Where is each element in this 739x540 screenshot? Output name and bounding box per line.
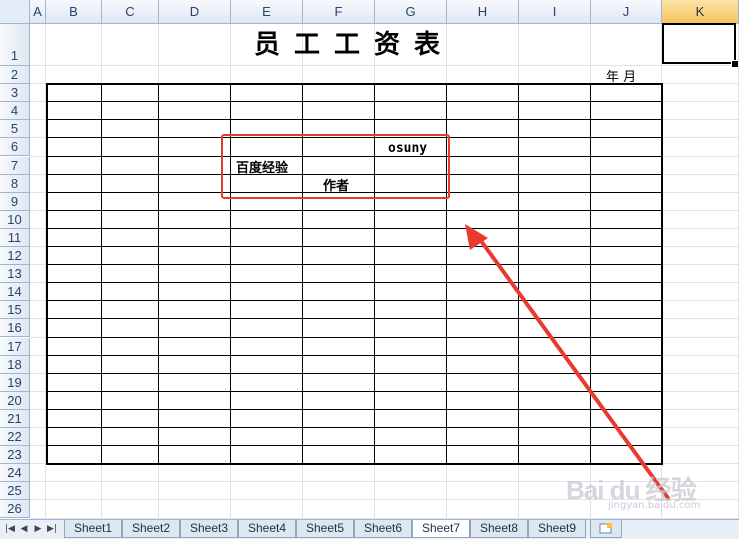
table-border-horizontal (46, 318, 663, 320)
row-header-15[interactable]: 15 (0, 301, 30, 320)
row-header-8[interactable]: 8 (0, 174, 30, 193)
spreadsheet-grid: ABCDEFGHIJK 1 2 3 4 5 6 7 8 9 10 11 12 13 14 15 16 17 18 1… (0, 0, 739, 519)
row-header-22[interactable]: 22 (0, 428, 30, 447)
table-border-horizontal (46, 408, 663, 410)
row-header-6[interactable]: 6 (0, 138, 30, 157)
row-header-4[interactable]: 4 (0, 102, 30, 121)
row-header-21[interactable]: 21 (0, 409, 30, 428)
column-header-f[interactable]: F (303, 0, 375, 24)
row-header-3[interactable]: 3 (0, 84, 30, 103)
row-header-10[interactable]: 10 (0, 210, 30, 229)
column-header-d[interactable]: D (159, 0, 231, 24)
row-header-18[interactable]: 18 (0, 355, 30, 374)
table-border-vertical (518, 83, 519, 465)
table-border-horizontal (46, 264, 663, 266)
first-sheet-icon[interactable]: |◀ (4, 522, 16, 537)
table-border-vertical (46, 83, 48, 465)
row-header-25[interactable]: 25 (0, 482, 30, 501)
row-header-14[interactable]: 14 (0, 283, 30, 302)
fill-handle[interactable] (731, 60, 739, 68)
row-header-19[interactable]: 19 (0, 373, 30, 392)
row-header-2[interactable]: 2 (0, 66, 30, 85)
column-header-k[interactable]: K (662, 0, 739, 24)
column-header-b[interactable]: B (46, 0, 102, 24)
table-border-horizontal (46, 300, 663, 302)
row-header-20[interactable]: 20 (0, 391, 30, 410)
prev-sheet-icon[interactable]: ◀ (18, 522, 30, 537)
table-border-horizontal (46, 390, 663, 392)
table-border-horizontal (46, 463, 663, 466)
row-header-16[interactable]: 16 (0, 319, 30, 338)
table-border-horizontal (46, 445, 663, 447)
sheet-tab-sheet9[interactable]: Sheet9 (528, 520, 586, 538)
row-header-26[interactable]: 26 (0, 500, 30, 519)
table-border-vertical (590, 83, 591, 465)
table-border-vertical (661, 83, 663, 465)
row-header-12[interactable]: 12 (0, 247, 30, 266)
select-all-corner[interactable] (0, 0, 30, 24)
column-header-j[interactable]: J (591, 0, 662, 24)
table-border-horizontal (46, 101, 663, 103)
row-header-5[interactable]: 5 (0, 120, 30, 139)
table-border-horizontal (46, 119, 663, 121)
column-header-c[interactable]: C (102, 0, 159, 24)
highlight-box (221, 134, 450, 199)
table-border-vertical (101, 83, 102, 465)
column-header-g[interactable]: G (375, 0, 447, 24)
sheet-tab-sheet2[interactable]: Sheet2 (122, 520, 180, 538)
table-border-horizontal (46, 83, 663, 86)
sheet-tab-sheet6[interactable]: Sheet6 (354, 520, 412, 538)
year-month-label[interactable]: 年 月 (606, 66, 636, 85)
row-header-11[interactable]: 11 (0, 228, 30, 247)
sheet-tab-sheet5[interactable]: Sheet5 (296, 520, 354, 538)
sheet-tab-bar: |◀ ◀ ▶ ▶| Sheet1 Sheet2 Sheet3 Sheet4 Sheet5… (0, 519, 739, 539)
row-header-7[interactable]: 7 (0, 156, 30, 175)
table-border-horizontal (46, 427, 663, 428)
table-border-horizontal (46, 209, 663, 211)
table-border-horizontal (46, 246, 663, 247)
table-border-horizontal (46, 336, 663, 338)
row-header-1[interactable]: 1 (0, 24, 30, 66)
column-header-e[interactable]: E (231, 0, 303, 24)
row-header-13[interactable]: 13 (0, 265, 30, 284)
row-header-23[interactable]: 23 (0, 446, 30, 465)
table-border-horizontal (46, 282, 663, 284)
sheet-tab-sheet8[interactable]: Sheet8 (470, 520, 528, 538)
table-border-horizontal (46, 354, 663, 356)
sheet-tab-sheet7[interactable]: Sheet7 (412, 520, 470, 538)
sheet-tab-sheet4[interactable]: Sheet4 (238, 520, 296, 538)
row-header-9[interactable]: 9 (0, 192, 30, 211)
next-sheet-icon[interactable]: ▶ (32, 522, 44, 537)
last-sheet-icon[interactable]: ▶| (46, 522, 58, 537)
table-border-vertical (158, 83, 159, 465)
active-cell-k1[interactable] (662, 23, 736, 64)
sheet-tab-sheet3[interactable]: Sheet3 (180, 520, 238, 538)
row-header-17[interactable]: 17 (0, 337, 30, 356)
watermark-url: jingyan.baidu.com (608, 500, 701, 511)
insert-sheet-icon[interactable] (590, 520, 622, 538)
column-header-h[interactable]: H (447, 0, 519, 24)
sheet-tab-sheet1[interactable]: Sheet1 (64, 520, 122, 538)
row-header-24[interactable]: 24 (0, 464, 30, 483)
sheet-title[interactable]: 员工工资表 (46, 24, 662, 66)
table-border-horizontal (46, 227, 663, 229)
column-header-i[interactable]: I (519, 0, 591, 24)
table-border-horizontal (46, 372, 663, 374)
column-header-a[interactable]: A (30, 0, 46, 24)
